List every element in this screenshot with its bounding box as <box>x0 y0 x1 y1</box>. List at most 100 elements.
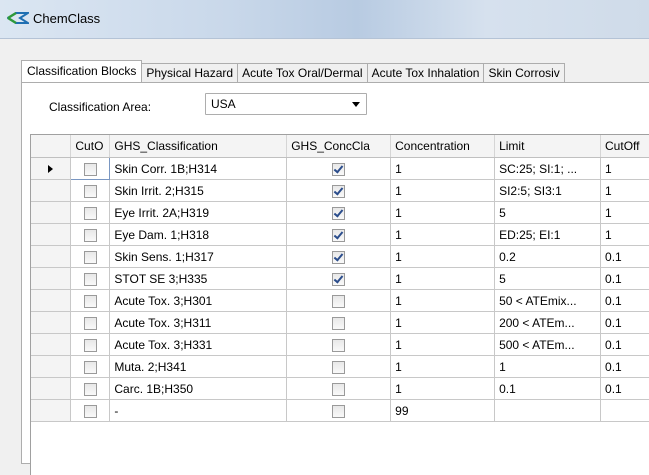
concentration-cell[interactable]: 99 <box>390 399 496 422</box>
limit-cell[interactable]: 0.2 <box>494 245 602 268</box>
ghs-conc-class-checkbox[interactable] <box>332 294 346 308</box>
tab-acute-tox-inhalation[interactable]: Acute Tox Inhalation <box>366 63 485 82</box>
table-row[interactable]: Skin Irrit. 2;H315 1 SI2:5; SI3:1 1 <box>31 179 649 202</box>
ghs-conc-class-cell[interactable] <box>286 179 392 202</box>
cutoff-flag-cell[interactable] <box>70 179 111 202</box>
table-row[interactable]: Eye Irrit. 2A;H319 1 5 1 <box>31 201 649 224</box>
limit-cell[interactable]: ED:25; EI:1 <box>494 223 602 246</box>
cutoff-cell[interactable]: 0.1 <box>600 245 649 268</box>
ghs-conc-class-cell[interactable] <box>286 201 392 224</box>
table-row[interactable]: Acute Tox. 3;H311 1 200 < ATEm... 0.1 <box>31 311 649 334</box>
ghs-conc-class-checkbox[interactable] <box>332 250 346 264</box>
ghs-classification-cell[interactable]: Muta. 2;H341 <box>109 355 288 378</box>
cutoff-cell[interactable]: 1 <box>600 157 649 180</box>
cutoff-cell[interactable]: 0.1 <box>600 289 649 312</box>
row-selector[interactable] <box>31 289 72 312</box>
ghs-classification-cell[interactable]: Carc. 1B;H350 <box>109 377 288 400</box>
ghs-classification-cell[interactable]: Acute Tox. 3;H301 <box>109 289 288 312</box>
ghs-classification-cell[interactable]: Skin Sens. 1;H317 <box>109 245 288 268</box>
cutoff-flag-cell[interactable] <box>70 311 111 334</box>
limit-cell[interactable]: 5 <box>494 201 602 224</box>
ghs-classification-cell[interactable]: - <box>109 399 288 422</box>
cutoff-flag-cell[interactable] <box>70 245 111 268</box>
concentration-cell[interactable]: 1 <box>390 179 496 202</box>
row-selector[interactable] <box>31 201 72 224</box>
row-selector[interactable] <box>31 355 72 378</box>
classification-grid[interactable]: CutO GHS_Classification GHS_ConcCla Conc… <box>30 134 649 475</box>
cutoff-flag-cell[interactable] <box>70 289 111 312</box>
ghs-conc-class-cell[interactable] <box>286 245 392 268</box>
col-header-concentration[interactable]: Concentration <box>390 135 496 158</box>
cutoff-flag-cell[interactable] <box>70 201 111 224</box>
cutoff-flag-checkbox[interactable] <box>83 272 97 286</box>
cutoff-flag-cell[interactable] <box>70 355 111 378</box>
limit-cell[interactable] <box>494 399 602 422</box>
limit-cell[interactable]: 500 < ATEm... <box>494 333 602 356</box>
tab-skin-corrosive[interactable]: Skin Corrosiv <box>483 63 565 82</box>
cutoff-flag-checkbox[interactable] <box>83 294 97 308</box>
row-selector[interactable] <box>31 223 72 246</box>
ghs-classification-cell[interactable]: Acute Tox. 3;H331 <box>109 333 288 356</box>
row-selector[interactable] <box>31 157 72 180</box>
concentration-cell[interactable]: 1 <box>390 377 496 400</box>
cutoff-flag-cell[interactable] <box>70 399 111 422</box>
cutoff-cell[interactable]: 0.1 <box>600 333 649 356</box>
concentration-cell[interactable]: 1 <box>390 289 496 312</box>
ghs-conc-class-checkbox[interactable] <box>332 228 346 242</box>
cutoff-cell[interactable]: 1 <box>600 201 649 224</box>
cutoff-flag-checkbox[interactable] <box>83 228 97 242</box>
ghs-conc-class-cell[interactable] <box>286 289 392 312</box>
ghs-classification-cell[interactable]: STOT SE 3;H335 <box>109 267 288 290</box>
limit-cell[interactable]: SC:25; SI:1; ... <box>494 157 602 180</box>
cutoff-flag-checkbox[interactable] <box>83 404 97 418</box>
ghs-conc-class-checkbox[interactable] <box>332 184 346 198</box>
table-row[interactable]: Skin Corr. 1B;H314 1 SC:25; SI:1; ... 1 <box>31 157 649 180</box>
table-row[interactable]: Eye Dam. 1;H318 1 ED:25; EI:1 1 <box>31 223 649 246</box>
ghs-classification-cell[interactable]: Skin Irrit. 2;H315 <box>109 179 288 202</box>
cutoff-cell[interactable]: 0.1 <box>600 311 649 334</box>
cutoff-flag-checkbox[interactable] <box>83 338 97 352</box>
col-header-cutoff[interactable]: CutOff <box>600 135 649 158</box>
cutoff-flag-checkbox[interactable] <box>83 316 97 330</box>
cutoff-flag-cell[interactable] <box>70 333 111 356</box>
ghs-conc-class-checkbox[interactable] <box>332 404 346 418</box>
ghs-conc-class-checkbox[interactable] <box>332 272 346 286</box>
table-row[interactable]: Skin Sens. 1;H317 1 0.2 0.1 <box>31 245 649 268</box>
ghs-conc-class-checkbox[interactable] <box>332 162 346 176</box>
limit-cell[interactable]: 1 <box>494 355 602 378</box>
concentration-cell[interactable]: 1 <box>390 157 496 180</box>
ghs-conc-class-cell[interactable] <box>286 355 392 378</box>
tab-classification-blocks[interactable]: Classification Blocks <box>21 60 143 82</box>
table-row[interactable]: Acute Tox. 3;H301 1 50 < ATEmix... 0.1 <box>31 289 649 312</box>
row-selector[interactable] <box>31 377 72 400</box>
row-selector[interactable] <box>31 333 72 356</box>
cutoff-flag-cell[interactable] <box>70 157 111 180</box>
ghs-conc-class-checkbox[interactable] <box>332 316 346 330</box>
cutoff-flag-cell[interactable] <box>70 377 111 400</box>
limit-cell[interactable]: 200 < ATEm... <box>494 311 602 334</box>
classification-area-dropdown[interactable]: USA <box>205 93 367 115</box>
ghs-conc-class-checkbox[interactable] <box>332 360 346 374</box>
row-selector[interactable] <box>31 179 72 202</box>
limit-cell[interactable]: 5 <box>494 267 602 290</box>
cutoff-flag-checkbox[interactable] <box>83 206 97 220</box>
ghs-conc-class-cell[interactable] <box>286 377 392 400</box>
ghs-conc-class-checkbox[interactable] <box>332 338 346 352</box>
ghs-conc-class-checkbox[interactable] <box>332 206 346 220</box>
ghs-conc-class-cell[interactable] <box>286 157 392 180</box>
row-selector[interactable] <box>31 267 72 290</box>
ghs-classification-cell[interactable]: Eye Irrit. 2A;H319 <box>109 201 288 224</box>
concentration-cell[interactable]: 1 <box>390 245 496 268</box>
table-row[interactable]: STOT SE 3;H335 1 5 0.1 <box>31 267 649 290</box>
table-row[interactable]: Muta. 2;H341 1 1 0.1 <box>31 355 649 378</box>
limit-cell[interactable]: SI2:5; SI3:1 <box>494 179 602 202</box>
cutoff-cell[interactable] <box>600 399 649 422</box>
limit-cell[interactable]: 50 < ATEmix... <box>494 289 602 312</box>
table-row[interactable]: - 99 <box>31 399 649 422</box>
col-header-limit[interactable]: Limit <box>494 135 602 158</box>
concentration-cell[interactable]: 1 <box>390 355 496 378</box>
cutoff-cell[interactable]: 0.1 <box>600 355 649 378</box>
cutoff-flag-checkbox[interactable] <box>83 184 97 198</box>
col-header-ghs-classification[interactable]: GHS_Classification <box>109 135 288 158</box>
cutoff-flag-checkbox[interactable] <box>83 360 97 374</box>
